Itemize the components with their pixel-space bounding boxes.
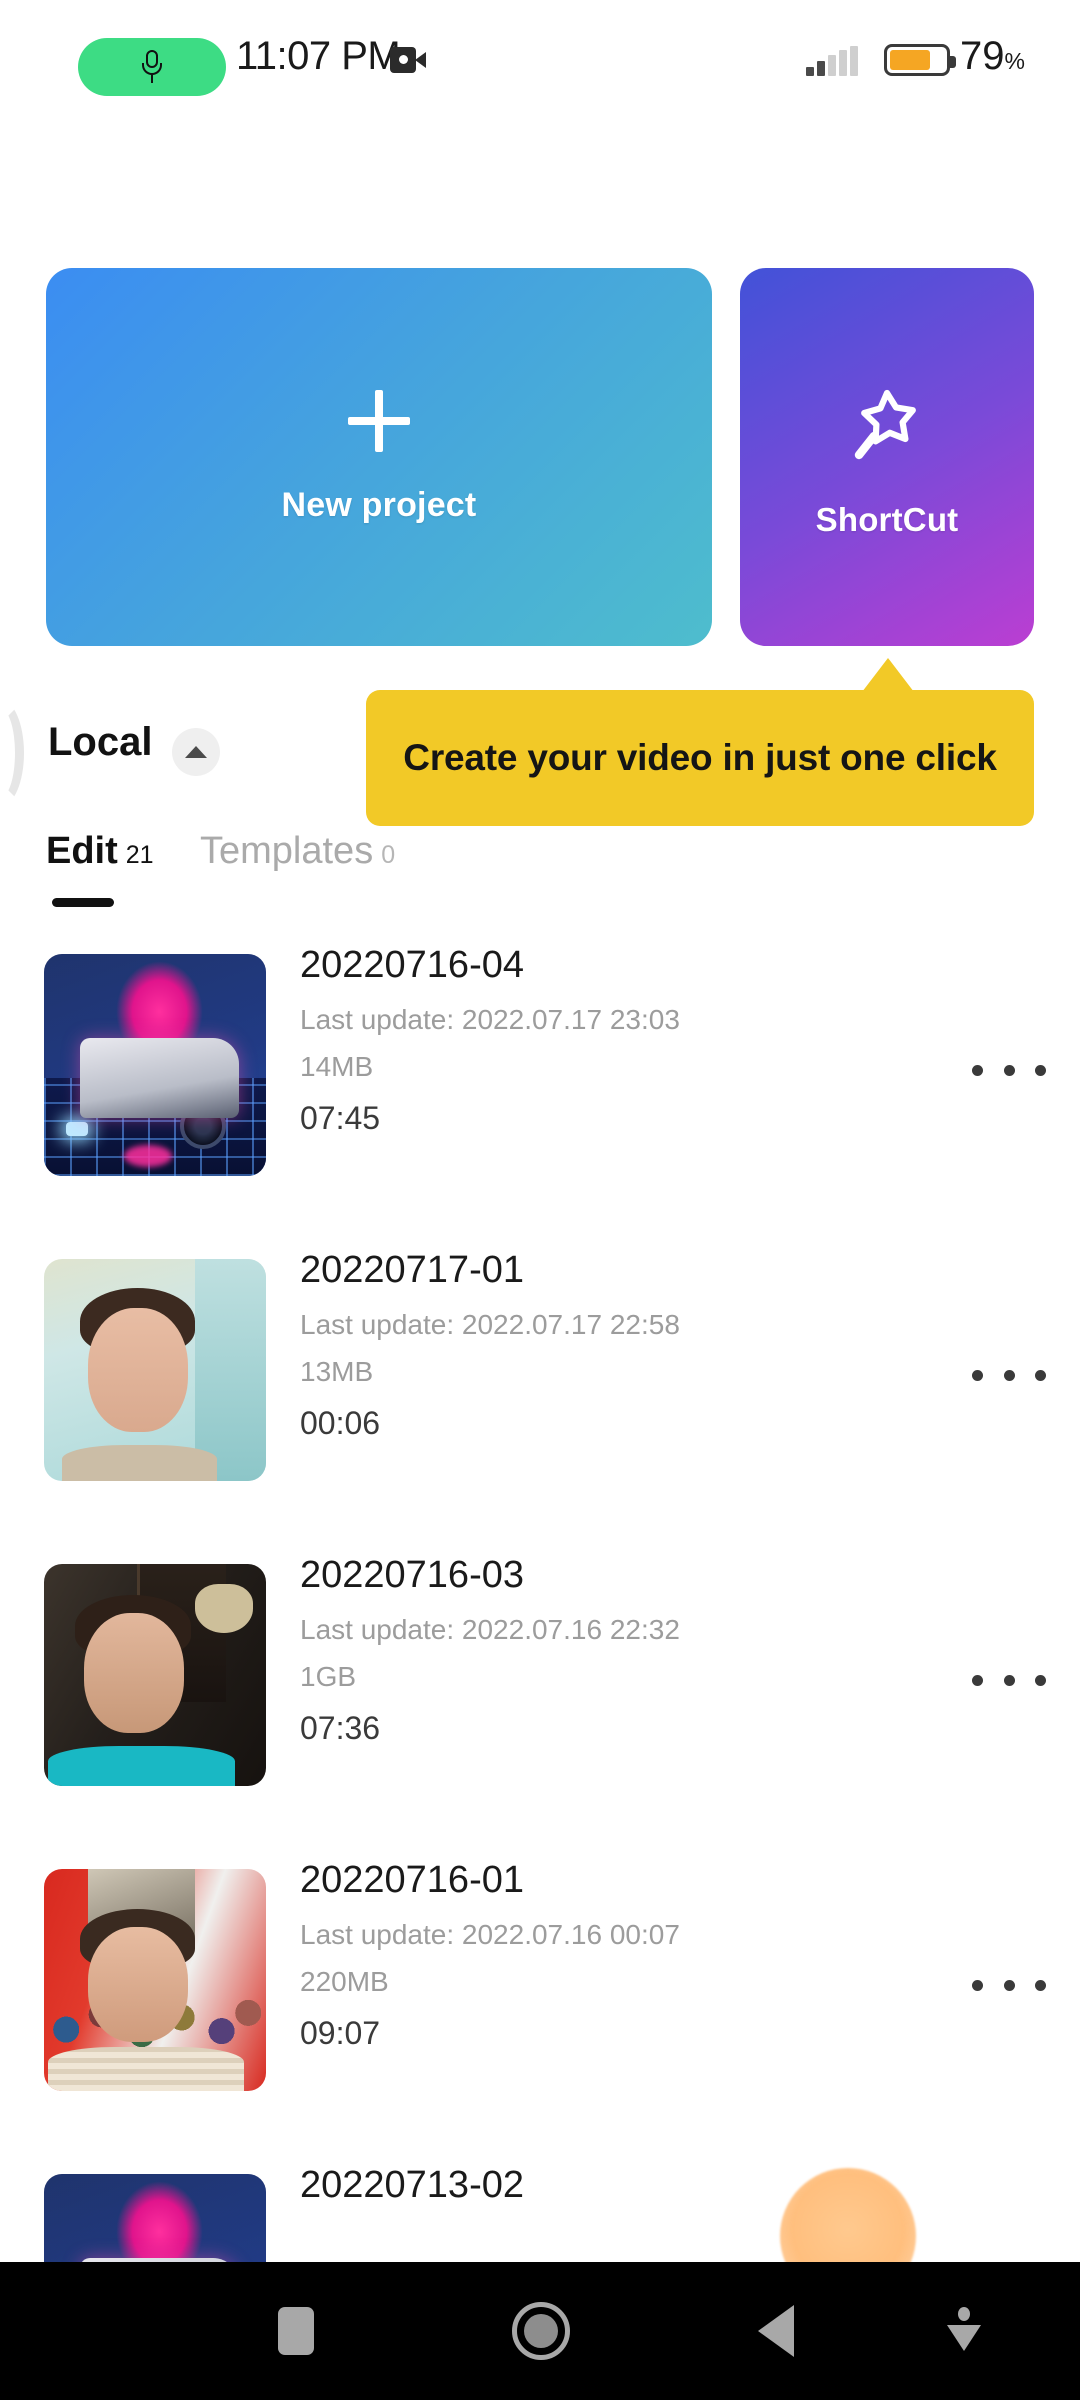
project-size: 220MB	[300, 1966, 389, 1997]
project-last-update: Last update: 2022.07.17 23:03	[300, 1004, 680, 1035]
battery-percent-symbol: %	[1004, 48, 1025, 74]
circle-home-icon	[512, 2302, 570, 2360]
local-label: Local	[48, 720, 153, 764]
status-bar: 11:07 PM 79%	[0, 0, 1080, 108]
tooltip-text: Create your video in just one click	[403, 737, 997, 778]
project-thumbnail[interactable]	[44, 1259, 266, 1481]
action-cards: New project ShortCut	[0, 268, 1080, 646]
project-title: 20220716-04	[300, 944, 524, 986]
shortcut-card[interactable]: ShortCut	[740, 268, 1034, 646]
more-options-icon[interactable]	[972, 1973, 1046, 1997]
microphone-indicator-pill	[78, 38, 226, 96]
back-button[interactable]	[736, 2300, 816, 2362]
tab-edit-count: 21	[125, 841, 154, 869]
hide-keyboard-icon	[947, 2307, 981, 2355]
square-recents-icon	[278, 2307, 314, 2355]
project-thumbnail[interactable]	[44, 1869, 266, 2091]
phone-frame: 11:07 PM 79% ?	[0, 0, 1080, 2400]
plus-icon	[348, 389, 410, 452]
table-row[interactable]: 20220716-03 Last update: 2022.07.16 22:3…	[0, 1540, 1080, 1845]
project-duration: 07:45	[300, 1100, 381, 1136]
video-camera-icon	[390, 47, 426, 73]
app-screen: 11:07 PM 79% ?	[0, 0, 1080, 2262]
project-duration: 07:36	[300, 1710, 381, 1746]
project-tabs: Edit 21 Templates 0	[0, 820, 1080, 930]
table-row[interactable]: 20220716-04 Last update: 2022.07.17 23:0…	[0, 930, 1080, 1235]
project-title: 20220716-03	[300, 1554, 524, 1596]
battery-percent: 79%	[960, 34, 1025, 79]
project-last-update: Last update: 2022.07.17 22:58	[300, 1309, 680, 1340]
table-row[interactable]: 20220713-02	[0, 2150, 1080, 2262]
new-project-label: New project	[281, 485, 477, 524]
project-thumbnail[interactable]	[44, 954, 266, 1176]
project-size: 14MB	[300, 1051, 374, 1082]
more-options-icon[interactable]	[972, 1668, 1046, 1692]
table-row[interactable]: 20220717-01 Last update: 2022.07.17 22:5…	[0, 1235, 1080, 1540]
android-navigation-bar	[0, 2262, 1080, 2400]
table-row[interactable]: 20220716-01 Last update: 2022.07.16 00:0…	[0, 1845, 1080, 2150]
shortcut-tooltip[interactable]: Create your video in just one click	[366, 690, 1034, 826]
project-list[interactable]: 20220716-04 Last update: 2022.07.17 23:0…	[0, 930, 1080, 2262]
more-options-icon[interactable]	[972, 1363, 1046, 1387]
project-last-update: Last update: 2022.07.16 00:07	[300, 1919, 680, 1950]
project-title: 20220717-01	[300, 1249, 524, 1291]
collapse-section-button[interactable]	[172, 728, 220, 776]
tab-edit[interactable]: Edit 21	[46, 830, 154, 873]
shortcut-label: ShortCut	[815, 501, 959, 538]
tab-templates-count: 0	[381, 841, 396, 869]
tooltip-arrow	[862, 658, 914, 692]
project-duration: 09:07	[300, 2015, 381, 2051]
tab-templates-label: Templates	[200, 830, 374, 872]
tab-templates[interactable]: Templates 0	[200, 830, 395, 873]
tab-edit-label: Edit	[46, 830, 118, 872]
triangle-back-icon	[758, 2305, 794, 2357]
recents-button[interactable]	[256, 2300, 336, 2362]
project-size: 13MB	[300, 1356, 374, 1387]
home-button[interactable]	[486, 2300, 596, 2362]
battery-icon	[884, 44, 956, 76]
project-thumbnail[interactable]	[44, 2174, 266, 2262]
project-duration: 00:06	[300, 1405, 381, 1441]
hide-keyboard-button[interactable]	[924, 2300, 1004, 2362]
new-project-card[interactable]: New project	[46, 268, 712, 646]
app-top-bar: ?	[0, 140, 1080, 354]
project-meta: 20220716-03 Last update: 2022.07.16 22:3…	[300, 1554, 900, 1747]
project-last-update: Last update: 2022.07.16 22:32	[300, 1614, 680, 1645]
more-options-icon[interactable]	[972, 1058, 1046, 1082]
chevron-up-icon	[185, 746, 207, 758]
status-time: 11:07 PM	[236, 34, 401, 78]
project-meta: 20220717-01 Last update: 2022.07.17 22:5…	[300, 1249, 900, 1442]
project-thumbnail[interactable]	[44, 1564, 266, 1786]
project-size: 1GB	[300, 1661, 357, 1692]
side-arc-decoration	[0, 700, 24, 806]
project-title: 20220716-01	[300, 1859, 524, 1901]
magic-wand-star-icon	[854, 389, 916, 460]
cellular-signal-icon	[806, 46, 864, 76]
battery-percent-value: 79	[960, 34, 1005, 78]
project-meta: 20220716-04 Last update: 2022.07.17 23:0…	[300, 944, 900, 1137]
project-meta: 20220716-01 Last update: 2022.07.16 00:0…	[300, 1859, 900, 2052]
tab-active-underline	[52, 898, 114, 907]
microphone-icon	[142, 50, 162, 84]
